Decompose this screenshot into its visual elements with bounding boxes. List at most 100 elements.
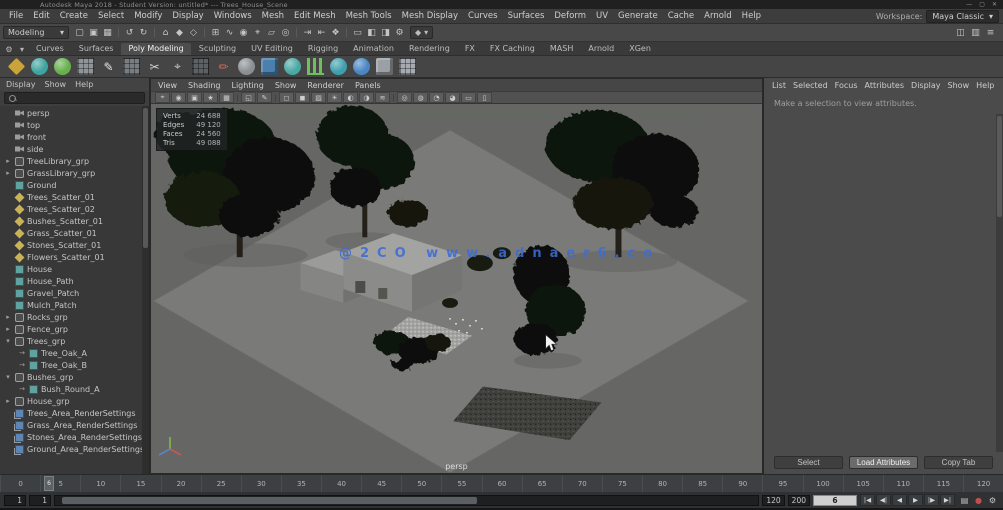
menu-item[interactable]: Mesh Tools xyxy=(341,11,397,21)
animation-start-field[interactable]: 1 xyxy=(4,495,26,506)
menu-item[interactable]: Arnold xyxy=(699,11,737,21)
search-input[interactable] xyxy=(20,94,140,103)
outliner-item[interactable]: Grass_Area_RenderSettings xyxy=(0,419,149,431)
outliner-item[interactable]: Mulch_Patch xyxy=(0,299,149,311)
expand-arrow-icon[interactable]: ▾ xyxy=(4,373,12,381)
time-tick[interactable]: 20 xyxy=(161,475,201,492)
time-tick[interactable]: 10 xyxy=(80,475,120,492)
channel-box-toggle[interactable]: ▥ xyxy=(969,26,982,40)
expand-arrow-icon[interactable]: ▸ xyxy=(4,157,12,165)
snap-point-icon[interactable]: ◉ xyxy=(237,26,250,40)
render-view-icon[interactable]: ▭ xyxy=(351,26,364,40)
close-button[interactable]: ✕ xyxy=(992,2,997,8)
outliner-item[interactable]: Ground xyxy=(0,179,149,191)
outliner-item[interactable]: Flowers_Scatter_01 xyxy=(0,251,149,263)
column-primitive-icon[interactable] xyxy=(376,58,393,75)
time-tick[interactable]: 0 xyxy=(0,475,40,492)
expand-arrow-icon[interactable]: ▸ xyxy=(4,169,12,177)
viewport-scene[interactable] xyxy=(151,104,762,473)
poly-sphere-icon[interactable] xyxy=(284,58,301,75)
globe-icon[interactable] xyxy=(353,58,370,75)
multi-cut-icon[interactable]: ✂ xyxy=(146,58,163,75)
time-tick[interactable]: 45 xyxy=(361,475,401,492)
expand-arrow-icon[interactable]: → xyxy=(18,385,26,393)
time-tick[interactable]: 60 xyxy=(482,475,522,492)
shelf-tab[interactable]: Animation xyxy=(346,43,401,55)
outliner-item[interactable]: ▾ Trees_grp xyxy=(0,335,149,347)
playback-end-field[interactable]: 120 xyxy=(762,495,784,506)
shelf-tab[interactable]: Surfaces xyxy=(72,43,121,55)
shelf-tab[interactable]: Rigging xyxy=(301,43,345,55)
outliner-item[interactable]: ▸ GrassLibrary_grp xyxy=(0,167,149,179)
attribute-editor-menu-item[interactable]: Show xyxy=(948,81,970,90)
expand-arrow-icon[interactable]: ▸ xyxy=(4,325,12,333)
time-tick[interactable]: 15 xyxy=(120,475,160,492)
attribute-editor-button[interactable]: Select xyxy=(774,456,843,469)
exposure-icon[interactable]: ◔ xyxy=(429,92,444,103)
snap-curve-icon[interactable]: ∿ xyxy=(223,26,236,40)
outliner-item[interactable]: Gravel_Patch xyxy=(0,287,149,299)
grid-tool-icon[interactable] xyxy=(77,58,94,75)
viewport-menu-item[interactable]: Show xyxy=(275,81,297,90)
undo-icon[interactable]: ↺ xyxy=(123,26,136,40)
graph-tool-icon[interactable] xyxy=(307,58,324,75)
separator[interactable]: | xyxy=(115,26,122,40)
select-hierarchy-icon[interactable]: ⌂ xyxy=(159,26,172,40)
outliner-menu-item[interactable]: Display xyxy=(6,80,36,89)
time-tick[interactable]: 85 xyxy=(682,475,722,492)
gamma-icon[interactable]: ◕ xyxy=(445,92,460,103)
minimize-button[interactable]: — xyxy=(966,2,972,8)
time-tick[interactable]: 30 xyxy=(241,475,281,492)
outliner-item[interactable]: top xyxy=(0,119,149,131)
sculpt-tool-icon[interactable] xyxy=(238,58,255,75)
step-back-button[interactable]: ◀| xyxy=(876,494,891,506)
outliner-item[interactable]: → Tree_Oak_A xyxy=(0,347,149,359)
image-plane-icon[interactable]: ▦ xyxy=(219,92,234,103)
time-tick[interactable]: 115 xyxy=(923,475,963,492)
range-slider-track[interactable] xyxy=(54,495,759,506)
attribute-editor-menu-item[interactable]: Focus xyxy=(835,81,858,90)
textured-icon[interactable]: ▨ xyxy=(311,92,326,103)
modeling-toolkit-toggle[interactable]: ◫ xyxy=(954,26,967,40)
menu-item[interactable]: Generate xyxy=(613,11,663,21)
anim-layer-icon[interactable]: ▤ xyxy=(958,494,971,506)
construction-history-icon[interactable]: ❖ xyxy=(329,26,342,40)
attribute-editor-button[interactable]: Load Attributes xyxy=(849,456,918,469)
snap-center-icon[interactable]: ⌖ xyxy=(251,26,264,40)
shelf-tab[interactable]: FX xyxy=(458,43,482,55)
time-tick[interactable]: 90 xyxy=(722,475,762,492)
poly-cube-icon[interactable] xyxy=(261,58,278,75)
snap-plane-icon[interactable]: ▱ xyxy=(265,26,278,40)
time-tick[interactable]: 120 xyxy=(963,475,1003,492)
ao-icon[interactable]: ◑ xyxy=(359,92,374,103)
render-frame-icon[interactable]: ◧ xyxy=(365,26,378,40)
outliner-menu-item[interactable]: Show xyxy=(45,80,67,89)
outliner-item[interactable]: Trees_Scatter_02 xyxy=(0,203,149,215)
play-forward-button[interactable]: ▶ xyxy=(908,494,923,506)
shelf-tab[interactable]: Sculpting xyxy=(192,43,243,55)
table-grid-icon[interactable] xyxy=(192,58,209,75)
resolution-gate-icon[interactable]: ▭ xyxy=(461,92,476,103)
time-tick[interactable]: 75 xyxy=(602,475,642,492)
lights-icon[interactable]: ☀ xyxy=(327,92,342,103)
outliner-item[interactable]: ▸ Rocks_grp xyxy=(0,311,149,323)
expand-arrow-icon[interactable]: ▾ xyxy=(4,337,12,345)
make-live-icon[interactable]: ◎ xyxy=(279,26,292,40)
menu-item[interactable]: Curves xyxy=(463,11,503,21)
time-tick[interactable]: 55 xyxy=(441,475,481,492)
menu-item[interactable]: UV xyxy=(591,11,613,21)
attribute-editor-menu-item[interactable]: Help xyxy=(976,81,994,90)
range-slider-thumb[interactable] xyxy=(62,497,477,504)
go-to-start-button[interactable]: |◀ xyxy=(860,494,875,506)
animation-end-field[interactable]: 200 xyxy=(788,495,810,506)
separator[interactable]: | xyxy=(151,26,158,40)
maximize-button[interactable]: ▢ xyxy=(979,2,985,8)
shelf-tab[interactable]: MASH xyxy=(543,43,580,55)
time-tick[interactable]: 65 xyxy=(522,475,562,492)
expand-arrow-icon[interactable]: ▸ xyxy=(4,397,12,405)
viewport-menu-item[interactable]: Renderer xyxy=(307,81,344,90)
render-settings-icon[interactable]: ⚙ xyxy=(393,26,406,40)
pencil-curve-icon[interactable]: ✎ xyxy=(100,58,117,75)
output-connections-icon[interactable]: ⇤ xyxy=(315,26,328,40)
shelf-tab[interactable]: Poly Modeling xyxy=(121,43,190,55)
